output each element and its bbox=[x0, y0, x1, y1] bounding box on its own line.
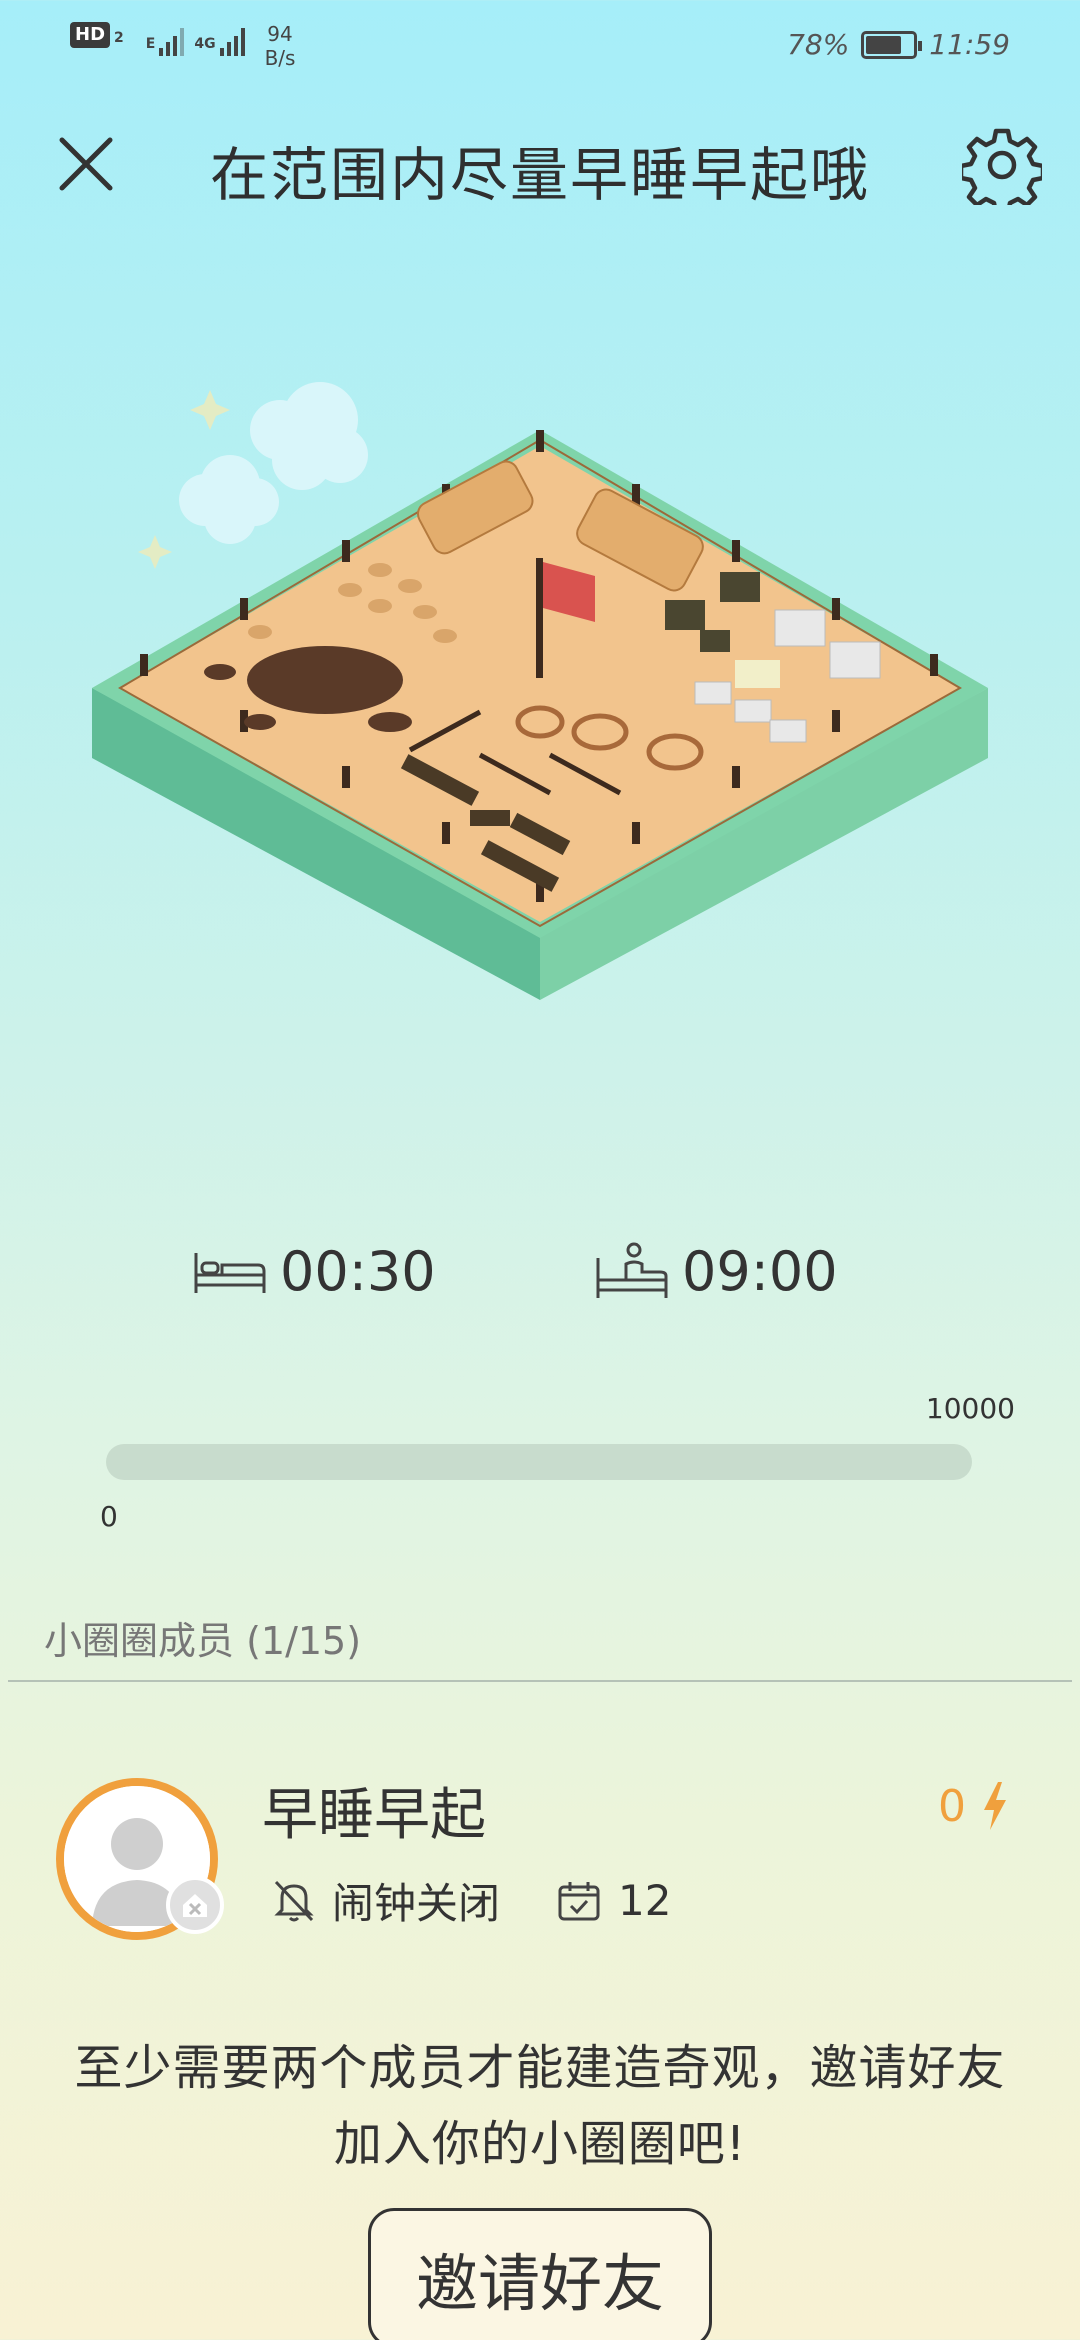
invite-message: 至少需要两个成员才能建造奇观，邀请好友 加入你的小圈圈吧! bbox=[40, 2030, 1040, 2182]
sleep-times: 00:30 09:00 bbox=[0, 1240, 1080, 1320]
network-e-label: E bbox=[145, 36, 156, 52]
settings-button[interactable] bbox=[958, 125, 1046, 216]
member-row[interactable]: 早睡早起 0 闹钟关闭 12 bbox=[0, 1760, 1080, 1960]
status-left: HD 2 E 4G 94 B/s bbox=[70, 22, 295, 70]
invite-friends-button[interactable]: 邀请好友 bbox=[368, 2208, 712, 2340]
lightning-icon bbox=[984, 1782, 1006, 1830]
checkin-days: 12 bbox=[618, 1876, 672, 1925]
progress-max-label: 10000 bbox=[925, 1392, 1015, 1425]
home-off-icon bbox=[183, 1894, 207, 1917]
no-home-badge bbox=[166, 1876, 224, 1934]
member-meta: 闹钟关闭 12 bbox=[272, 1870, 671, 1931]
page-title: 在范围内尽量早睡早起哦 bbox=[209, 141, 870, 209]
bell-off-icon bbox=[274, 1880, 314, 1921]
close-icon bbox=[59, 137, 113, 191]
alarm-status: 闹钟关闭 bbox=[332, 1879, 501, 1928]
wake-time[interactable]: 09:00 bbox=[594, 1240, 838, 1303]
signal-icon bbox=[159, 22, 185, 56]
battery-percent: 78% bbox=[787, 28, 850, 61]
energy-count: 0 bbox=[938, 1780, 1010, 1832]
status-bar: HD 2 E 4G 94 B/s 78% 11:59 bbox=[0, 0, 1080, 90]
network-speed: 94 B/s bbox=[265, 22, 296, 70]
members-section-title: 小圈圈成员 (1/15) bbox=[44, 1619, 362, 1663]
speed-unit: B/s bbox=[264, 46, 296, 70]
construction-site-illustration bbox=[80, 360, 1000, 1020]
energy-value: 0 bbox=[938, 1780, 966, 1832]
invite-message-line1: 至少需要两个成员才能建造奇观，邀请好友 bbox=[74, 2040, 1006, 2096]
wake-time-value: 09:00 bbox=[682, 1240, 838, 1303]
status-right: 78% 11:59 bbox=[787, 28, 1010, 61]
gear-icon bbox=[958, 128, 1046, 216]
hd-sub-label: 2 bbox=[114, 30, 124, 46]
invite-message-line2: 加入你的小圈圈吧! bbox=[333, 2116, 747, 2172]
hd-icon: HD bbox=[70, 22, 111, 48]
signal-icon-2 bbox=[219, 22, 245, 56]
bed-time-value: 00:30 bbox=[280, 1240, 436, 1303]
speed-value: 94 bbox=[267, 22, 293, 46]
header: 在范围内尽量早睡早起哦 bbox=[0, 110, 1080, 220]
wake-bed-icon bbox=[596, 1242, 668, 1298]
bed-icon bbox=[194, 1252, 266, 1293]
member-name: 早睡早起 bbox=[262, 1783, 486, 1848]
bed-time[interactable]: 00:30 bbox=[192, 1240, 436, 1303]
close-button[interactable] bbox=[52, 130, 122, 200]
battery-icon bbox=[861, 30, 923, 59]
divider bbox=[8, 1680, 1072, 1682]
clock: 11:59 bbox=[929, 28, 1010, 61]
progress-min-label: 0 bbox=[100, 1500, 118, 1533]
progress-bar bbox=[106, 1444, 972, 1480]
calendar-check-icon bbox=[558, 1881, 600, 1920]
network-4g-label: 4G bbox=[194, 36, 216, 52]
